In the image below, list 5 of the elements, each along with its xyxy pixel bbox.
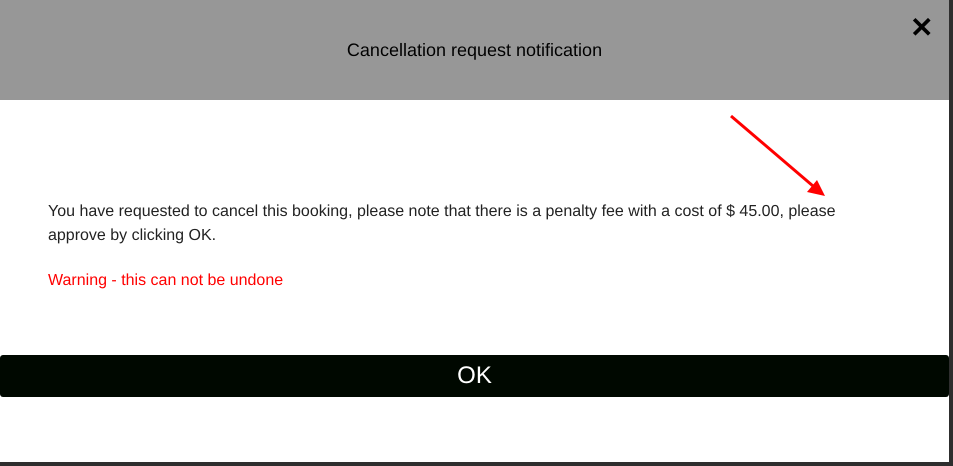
warning-message: Warning - this can not be undone: [48, 271, 284, 291]
notice-message: You have requested to cancel this booking, please note that there is a penalty fee with a cost of $ 45.00, please approve by clicking OK.: [48, 202, 836, 246]
close-button[interactable]: ✕: [910, 14, 933, 42]
ok-button[interactable]: OK: [0, 355, 949, 397]
dialog-title: Cancellation request notification: [346, 38, 602, 62]
